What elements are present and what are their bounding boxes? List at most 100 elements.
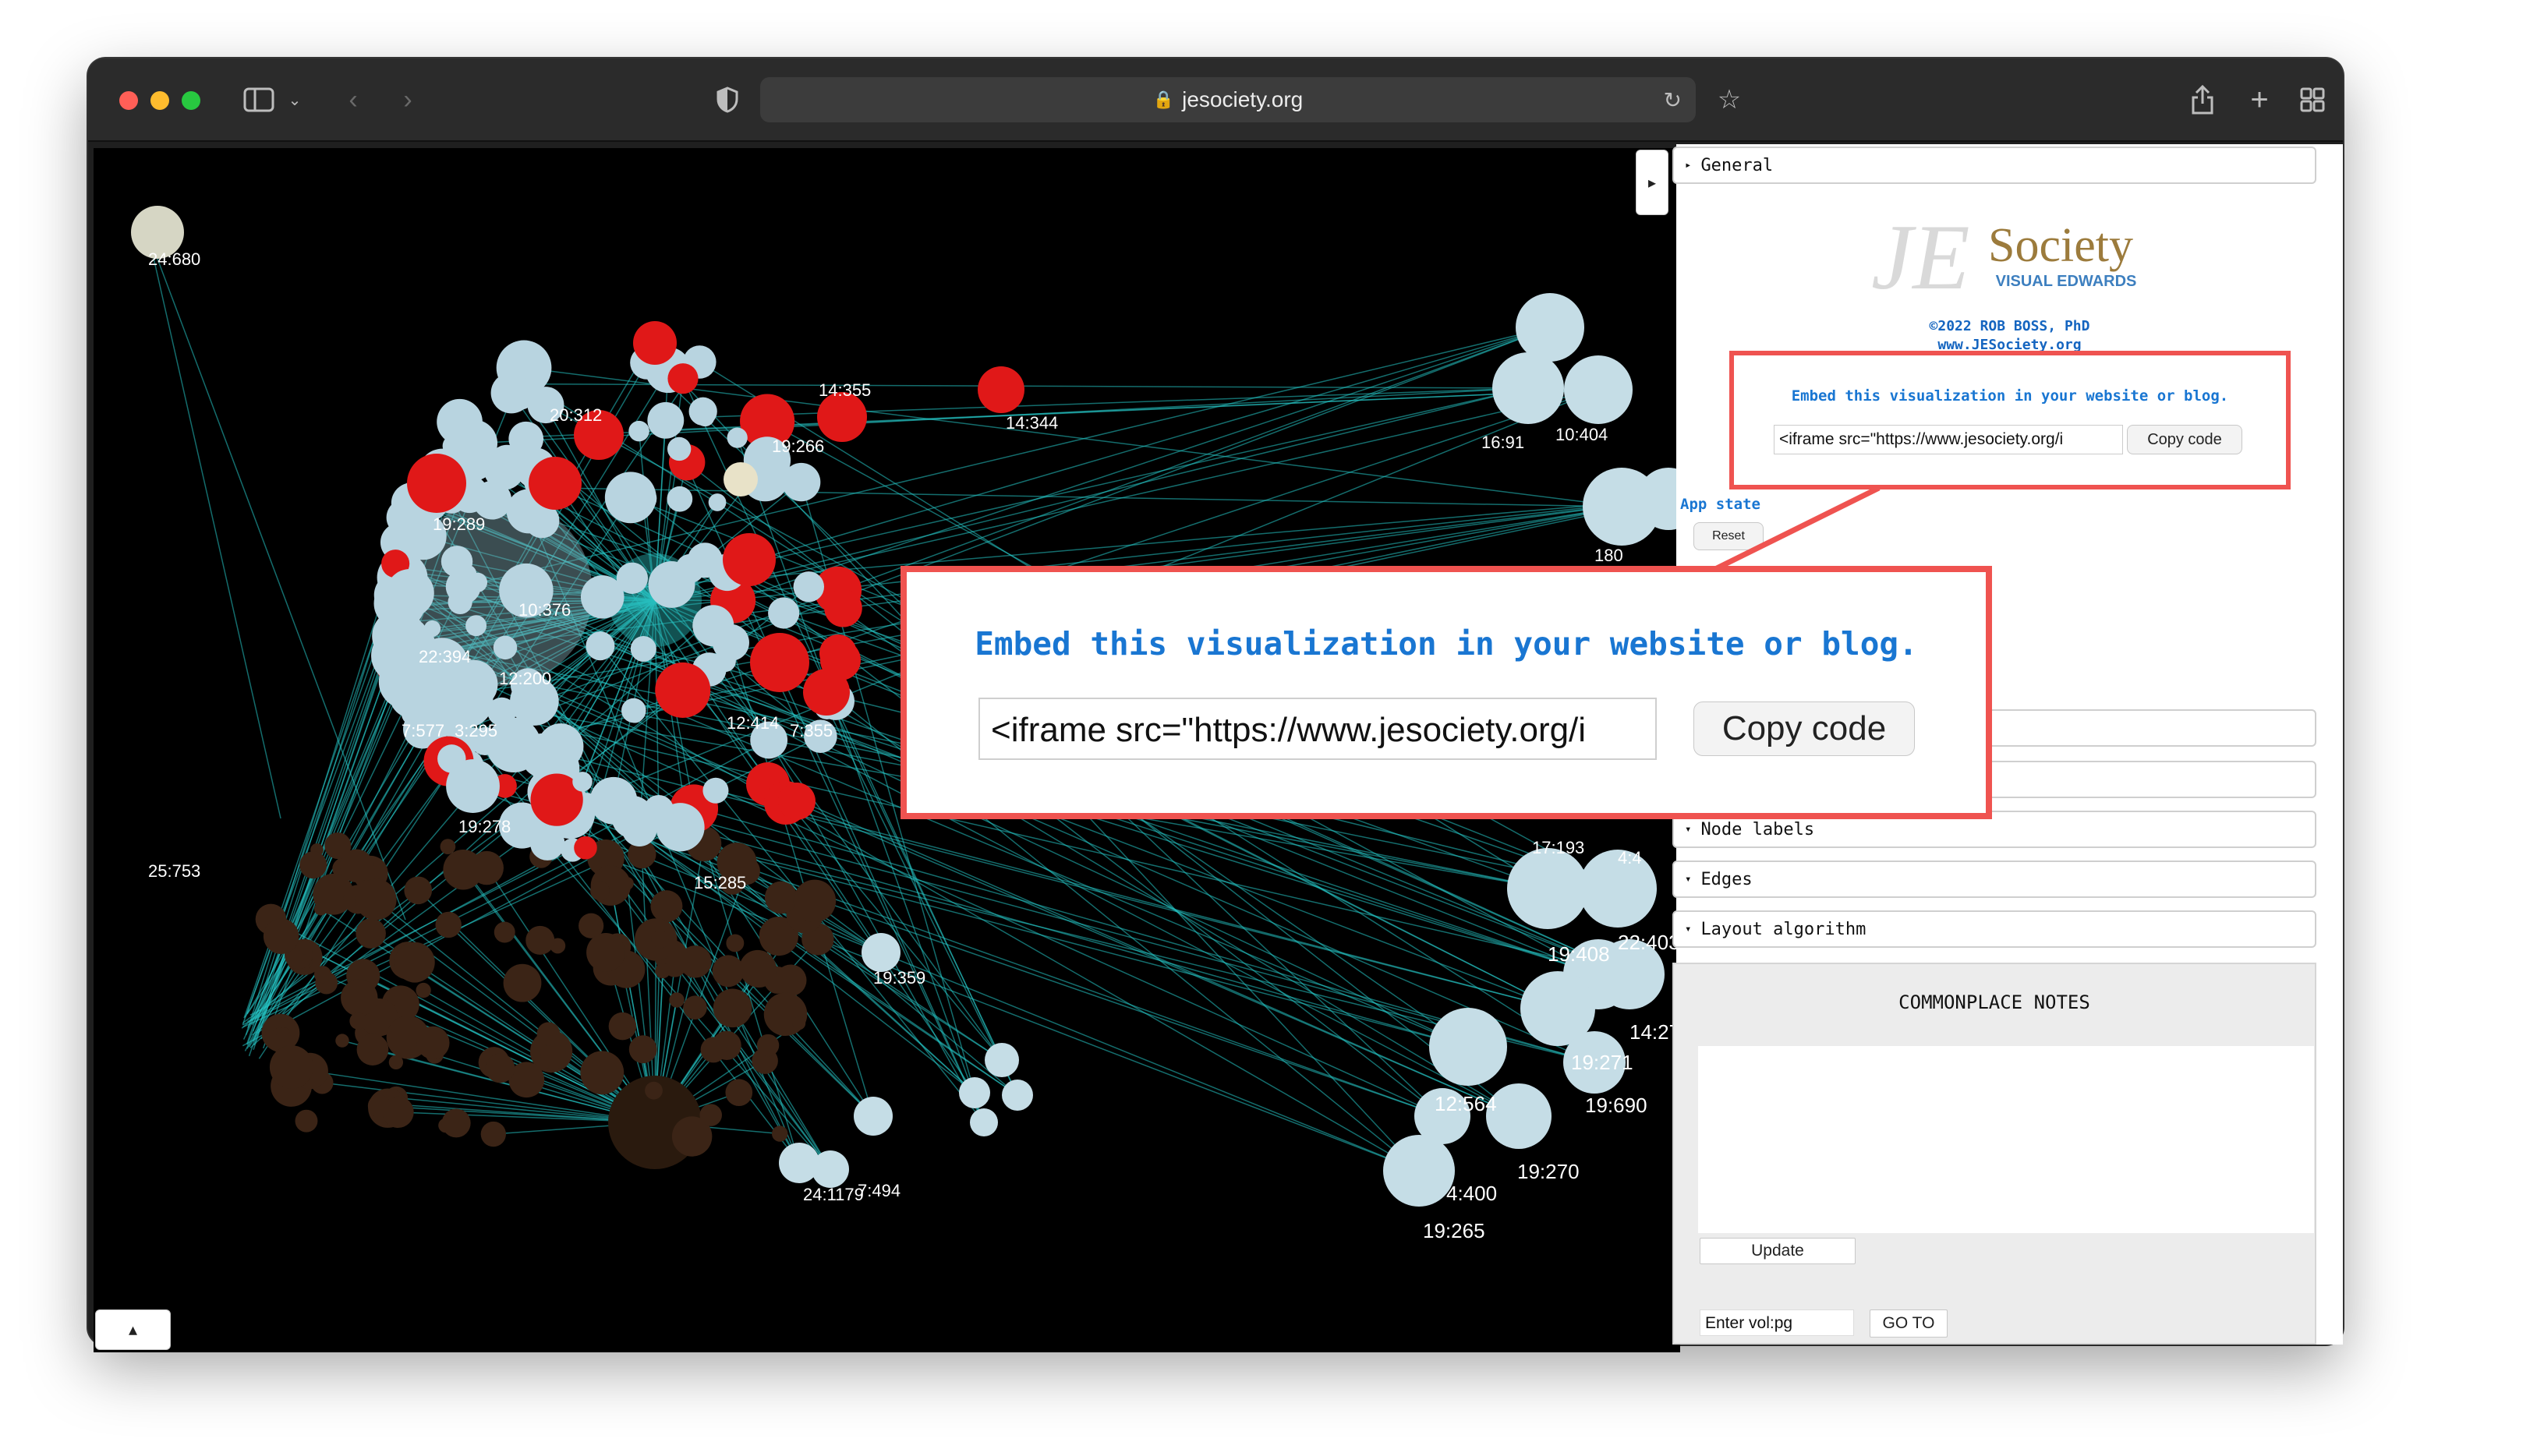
graph-node-brown[interactable]: [314, 902, 327, 916]
graph-node[interactable]: [647, 401, 685, 439]
graph-node-brown[interactable]: [335, 1034, 349, 1048]
graph-node-brown[interactable]: [628, 1035, 657, 1064]
graph-node-red[interactable]: [778, 783, 816, 820]
graph-node-brown[interactable]: [367, 1094, 391, 1118]
graph-node[interactable]: [493, 635, 518, 660]
graph-node-brown[interactable]: [655, 963, 671, 979]
graph-node[interactable]: [1429, 1008, 1507, 1086]
graph-node-brown[interactable]: [356, 1034, 389, 1065]
graph-node-brown[interactable]: [771, 1126, 788, 1142]
graph-node[interactable]: [702, 777, 729, 804]
graph-node[interactable]: [451, 766, 491, 807]
graph-node-red[interactable]: [667, 363, 699, 394]
goto-input[interactable]: Enter vol:pg: [1700, 1309, 1854, 1336]
graph-node-red[interactable]: [633, 321, 677, 365]
graph-node-brown[interactable]: [540, 1043, 567, 1070]
graph-node-brown[interactable]: [416, 1026, 450, 1059]
update-button[interactable]: Update: [1700, 1238, 1856, 1264]
graph-node[interactable]: [712, 624, 749, 661]
graph-node-brown[interactable]: [590, 881, 610, 901]
graph-node-brown[interactable]: [712, 955, 745, 988]
new-tab-icon[interactable]: +: [2244, 82, 2275, 118]
graph-node[interactable]: [1564, 355, 1633, 424]
graph-node[interactable]: [862, 933, 901, 972]
reload-icon[interactable]: ↻: [1664, 87, 1682, 113]
graph-node-red[interactable]: [824, 588, 862, 627]
graph-node[interactable]: [724, 462, 758, 497]
bookmark-star-icon[interactable]: ☆: [1714, 82, 1745, 118]
graph-node-brown[interactable]: [263, 918, 299, 954]
graph-node-red[interactable]: [750, 633, 809, 692]
graph-node[interactable]: [675, 553, 705, 583]
tab-overview-icon[interactable]: [2297, 82, 2328, 118]
graph-node[interactable]: [667, 486, 693, 512]
graph-node-brown[interactable]: [295, 1109, 318, 1133]
minimize-window-button[interactable]: [150, 91, 169, 110]
graph-node-brown[interactable]: [525, 925, 555, 955]
graph-node[interactable]: [437, 744, 466, 773]
graph-node[interactable]: [589, 776, 638, 825]
graph-node-brown[interactable]: [269, 1045, 313, 1090]
graph-node-brown[interactable]: [756, 1034, 780, 1057]
panel-toggle-button[interactable]: ▸: [1636, 150, 1668, 215]
graph-node-brown[interactable]: [645, 1081, 663, 1100]
forward-icon[interactable]: ›: [392, 82, 423, 118]
graph-node[interactable]: [626, 705, 644, 723]
graph-node-brown[interactable]: [276, 1027, 291, 1042]
graph-node-brown[interactable]: [485, 1053, 515, 1083]
graph-node[interactable]: [490, 372, 533, 414]
chevron-down-icon[interactable]: ⌄: [283, 82, 306, 118]
graph-node-brown[interactable]: [651, 930, 669, 949]
graph-node-red[interactable]: [655, 662, 711, 718]
graph-node[interactable]: [959, 1077, 990, 1108]
graph-node-red[interactable]: [407, 454, 466, 513]
address-bar[interactable]: 🔒 jesociety.org ↻: [760, 77, 1696, 122]
graph-node-brown[interactable]: [395, 942, 435, 983]
graph-node[interactable]: [468, 572, 488, 592]
notes-textarea[interactable]: [1698, 1046, 2314, 1233]
callout-embed-code-input[interactable]: <iframe src="https://www.jesociety.org/i: [978, 698, 1657, 760]
graph-node-brown[interactable]: [435, 911, 462, 938]
graph-node[interactable]: [437, 398, 483, 445]
graph-node-brown[interactable]: [416, 982, 431, 998]
graph-node[interactable]: [529, 825, 565, 861]
graph-node-brown[interactable]: [725, 1079, 753, 1107]
graph-node-brown[interactable]: [793, 879, 837, 923]
graph-node[interactable]: [441, 546, 473, 578]
graph-node[interactable]: [667, 436, 692, 461]
embed-code-input[interactable]: <iframe src="https://www.jesociety.org/i: [1774, 425, 2123, 454]
goto-button[interactable]: GO TO: [1870, 1309, 1948, 1338]
graph-node-brown[interactable]: [404, 876, 433, 905]
graph-node-brown[interactable]: [443, 849, 483, 890]
graph-node-red[interactable]: [529, 457, 582, 510]
graph-node[interactable]: [727, 427, 748, 448]
graph-node[interactable]: [572, 772, 593, 792]
sidebar-icon[interactable]: [240, 82, 278, 118]
graph-node-red[interactable]: [819, 634, 857, 672]
graph-node[interactable]: [1507, 848, 1588, 929]
graph-node-brown[interactable]: [299, 942, 313, 955]
graph-node-brown[interactable]: [792, 1016, 806, 1030]
graph-node[interactable]: [1383, 1135, 1455, 1207]
graph-node-brown[interactable]: [494, 921, 515, 943]
graph-node[interactable]: [586, 631, 615, 661]
graph-node[interactable]: [377, 625, 420, 668]
graph-node-brown[interactable]: [355, 878, 397, 921]
callout-copy-code-button[interactable]: Copy code: [1693, 701, 1915, 756]
graph-node[interactable]: [985, 1043, 1019, 1077]
graph-node-red[interactable]: [723, 533, 776, 586]
graph-node-red[interactable]: [978, 366, 1024, 413]
graph-node[interactable]: [793, 571, 825, 603]
graph-node-brown[interactable]: [341, 979, 378, 1016]
graph-node-brown[interactable]: [324, 832, 352, 860]
graph-node[interactable]: [812, 1150, 849, 1188]
graph-node[interactable]: [630, 635, 656, 663]
graph-node-brown[interactable]: [683, 995, 707, 1020]
section-edges[interactable]: ▾ Edges: [1672, 861, 2316, 898]
close-window-button[interactable]: [119, 91, 138, 110]
graph-node-brown[interactable]: [580, 1051, 625, 1095]
graph-node[interactable]: [628, 420, 649, 442]
graph-node-brown[interactable]: [699, 1104, 722, 1126]
graph-node-brown[interactable]: [349, 1012, 366, 1030]
graph-node-brown[interactable]: [480, 1121, 506, 1147]
